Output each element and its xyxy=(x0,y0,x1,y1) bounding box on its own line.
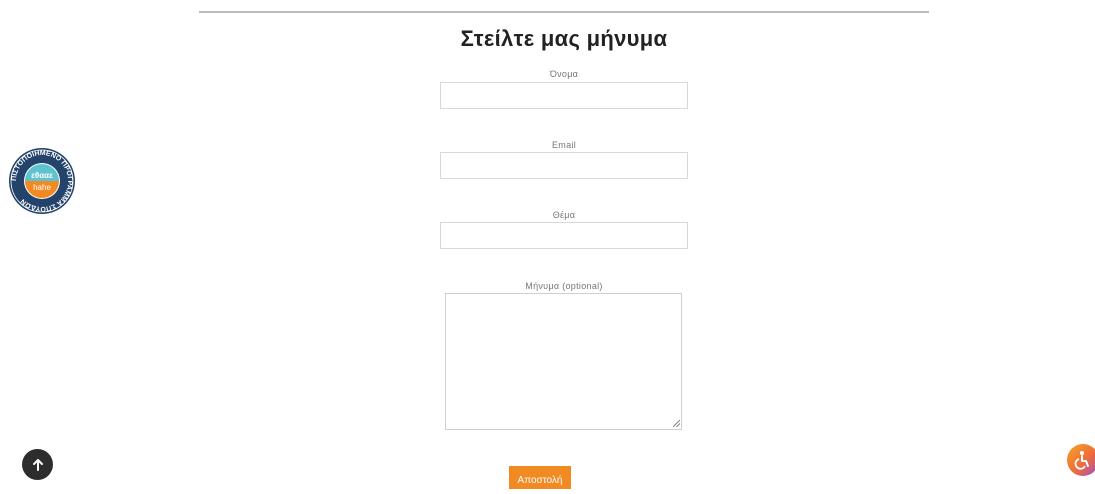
arrow-up-icon xyxy=(32,458,43,471)
name-input[interactable] xyxy=(440,82,688,109)
scroll-to-top-button[interactable] xyxy=(22,449,53,480)
resize-handle[interactable] xyxy=(673,420,680,427)
submit-button[interactable]: Αποστολή xyxy=(509,466,571,489)
message-textarea[interactable] xyxy=(445,293,682,430)
message-label: Μήνυμα (optional) xyxy=(525,281,603,291)
badge-bottom-text: hahe xyxy=(33,183,51,192)
name-label: Όνομα xyxy=(549,69,579,79)
subject-input[interactable] xyxy=(440,222,688,249)
badge-top-text: εθααε xyxy=(31,171,53,180)
accreditation-seal-icon: ΠΙΣΤΟΠΟΙΗΜΕΝΟ ΠΡΟΓΡΑΜΜΑ ΣΠΟΥΔΩΝ εθααε ha… xyxy=(9,148,75,214)
page-title: Στείλτε μας μήνυμα xyxy=(460,26,668,51)
subject-label: Θέμα xyxy=(552,210,576,220)
top-divider xyxy=(199,11,929,13)
email-input[interactable] xyxy=(440,152,688,179)
email-label: Email xyxy=(551,140,576,150)
accessibility-icon xyxy=(1074,451,1089,470)
accreditation-badge: ΠΙΣΤΟΠΟΙΗΜΕΝΟ ΠΡΟΓΡΑΜΜΑ ΣΠΟΥΔΩΝ εθααε ha… xyxy=(8,147,76,215)
accessibility-button[interactable] xyxy=(1067,444,1095,476)
